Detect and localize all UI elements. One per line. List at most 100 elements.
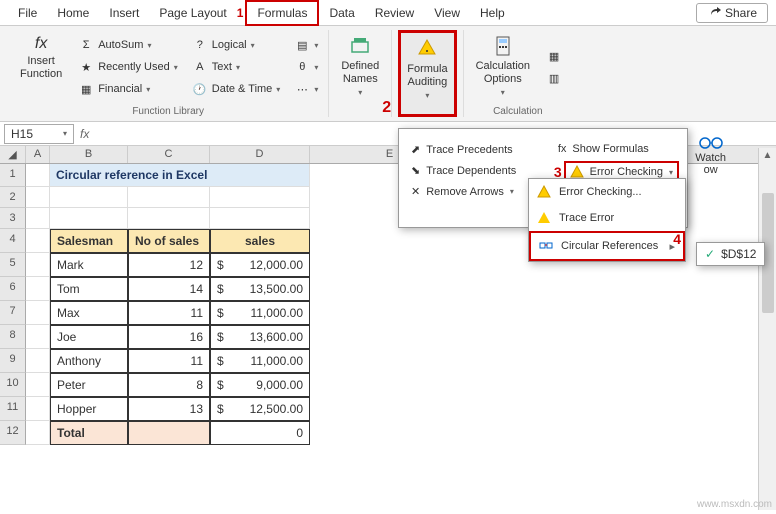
cell-sales[interactable]: $11,000.00 — [210, 301, 310, 325]
cell[interactable] — [128, 208, 210, 229]
cell[interactable] — [50, 187, 128, 208]
cell[interactable] — [26, 229, 50, 253]
col-header-a[interactable]: A — [26, 146, 50, 163]
date-time-button[interactable]: 🕐 Date & Time ▾ — [188, 79, 285, 99]
cell[interactable] — [26, 349, 50, 373]
cell[interactable] — [26, 373, 50, 397]
vertical-scrollbar[interactable]: ▲ — [758, 148, 776, 510]
cell-sales[interactable]: $13,600.00 — [210, 325, 310, 349]
tab-formulas[interactable]: Formulas — [245, 0, 319, 26]
col-header-b[interactable]: B — [50, 146, 128, 163]
cell-no-of-sales[interactable]: 11 — [128, 349, 210, 373]
calc-sheet-button[interactable]: ▥ — [542, 68, 566, 88]
calculation-options-button[interactable]: Calculation Options ▾ — [470, 30, 536, 104]
tab-help[interactable]: Help — [470, 2, 515, 24]
error-checking-item[interactable]: Error Checking... — [529, 179, 685, 205]
rownum[interactable]: 10 — [0, 373, 26, 397]
circular-references-item[interactable]: Circular References ▸ — [529, 231, 685, 261]
cell[interactable] — [50, 208, 128, 229]
cell-sales[interactable]: $11,000.00 — [210, 349, 310, 373]
lookup-button[interactable]: ▤▾ — [290, 35, 322, 55]
trace-error-item[interactable]: Trace Error — [529, 205, 685, 231]
show-formulas-button[interactable]: fx Show Formulas — [554, 141, 679, 157]
rownum[interactable]: 7 — [0, 301, 26, 325]
financial-button[interactable]: ▦ Financial ▾ — [74, 79, 182, 99]
cell[interactable] — [128, 187, 210, 208]
rownum-1[interactable]: 1 — [0, 164, 26, 187]
cell[interactable] — [26, 253, 50, 277]
rownum[interactable]: 11 — [0, 397, 26, 421]
tab-home[interactable]: Home — [47, 2, 99, 24]
rownum[interactable]: 5 — [0, 253, 26, 277]
tab-file[interactable]: File — [8, 2, 47, 24]
select-all-corner[interactable]: ◢ — [0, 146, 26, 163]
cell-sales[interactable]: $13,500.00 — [210, 277, 310, 301]
text-button[interactable]: A Text ▾ — [188, 57, 285, 77]
share-button[interactable]: Share — [696, 3, 768, 23]
cell[interactable] — [26, 325, 50, 349]
cell-no-of-sales[interactable]: 8 — [128, 373, 210, 397]
circular-reference-submenu[interactable]: ✓ $D$12 — [696, 242, 765, 266]
cell-salesman[interactable]: Max — [50, 301, 128, 325]
math-button[interactable]: θ▾ — [290, 57, 322, 77]
cell-no-of-sales[interactable]: 12 — [128, 253, 210, 277]
autosum-button[interactable]: Σ AutoSum ▾ — [74, 35, 182, 55]
rownum[interactable]: 6 — [0, 277, 26, 301]
header-salesman[interactable]: Salesman — [50, 229, 128, 253]
cell[interactable] — [26, 421, 50, 445]
cell-sales[interactable]: $9,000.00 — [210, 373, 310, 397]
more-button[interactable]: ⋯▾ — [290, 79, 322, 99]
cell-salesman[interactable]: Joe — [50, 325, 128, 349]
rownum[interactable]: 8 — [0, 325, 26, 349]
cell-no-of-sales[interactable]: 16 — [128, 325, 210, 349]
defined-names-button[interactable]: Defined Names ▾ — [335, 30, 385, 117]
tab-page-layout[interactable]: Page Layout — [149, 2, 236, 24]
tab-insert[interactable]: Insert — [99, 2, 149, 24]
cell[interactable] — [26, 277, 50, 301]
tab-view[interactable]: View — [424, 2, 470, 24]
watch-window-button[interactable]: Watch ow — [695, 134, 726, 176]
formula-auditing-button[interactable]: Formula Auditing ▾ — [398, 30, 456, 117]
total-value[interactable]: 0 — [210, 421, 310, 445]
fx-icon[interactable]: fx — [80, 127, 89, 141]
tab-data[interactable]: Data — [319, 2, 364, 24]
col-header-c[interactable]: C — [128, 146, 210, 163]
cell-no-of-sales[interactable]: 14 — [128, 277, 210, 301]
rownum[interactable]: 2 — [0, 187, 26, 208]
header-no-of-sales[interactable]: No of sales — [128, 229, 210, 253]
insert-function-button[interactable]: fx Insert Function — [14, 30, 68, 104]
scroll-up-icon[interactable]: ▲ — [759, 148, 776, 163]
title-cell[interactable]: Circular reference in Excel — [50, 164, 310, 187]
rownum[interactable]: 3 — [0, 208, 26, 229]
rownum[interactable]: 12 — [0, 421, 26, 445]
cell-salesman[interactable]: Hopper — [50, 397, 128, 421]
name-box[interactable]: H15 ▾ — [4, 124, 74, 144]
cell[interactable] — [26, 301, 50, 325]
total-label[interactable]: Total — [50, 421, 128, 445]
rownum[interactable]: 4 — [0, 229, 26, 253]
cell-salesman[interactable]: Anthony — [50, 349, 128, 373]
cell[interactable] — [210, 187, 310, 208]
total-c[interactable] — [128, 421, 210, 445]
trace-precedents-button[interactable]: ⬈ Trace Precedents — [407, 141, 520, 158]
recently-used-button[interactable]: ★ Recently Used ▾ — [74, 57, 182, 77]
cell-salesman[interactable]: Tom — [50, 277, 128, 301]
rownum[interactable]: 9 — [0, 349, 26, 373]
cell[interactable] — [26, 397, 50, 421]
cell[interactable] — [210, 208, 310, 229]
logical-button[interactable]: ? Logical ▾ — [188, 35, 285, 55]
col-header-d[interactable]: D — [210, 146, 310, 163]
cell-sales[interactable]: $12,500.00 — [210, 397, 310, 421]
cell[interactable] — [26, 208, 50, 229]
calc-now-button[interactable]: ▦ — [542, 46, 566, 66]
cell-salesman[interactable]: Peter — [50, 373, 128, 397]
cell[interactable] — [26, 164, 50, 187]
tab-review[interactable]: Review — [365, 2, 424, 24]
cell-sales[interactable]: $12,000.00 — [210, 253, 310, 277]
trace-dependents-button[interactable]: ⬊ Trace Dependents — [407, 162, 520, 179]
cell-no-of-sales[interactable]: 11 — [128, 301, 210, 325]
cell-salesman[interactable]: Mark — [50, 253, 128, 277]
header-sales[interactable]: sales — [210, 229, 310, 253]
cell[interactable] — [26, 187, 50, 208]
cell-no-of-sales[interactable]: 13 — [128, 397, 210, 421]
